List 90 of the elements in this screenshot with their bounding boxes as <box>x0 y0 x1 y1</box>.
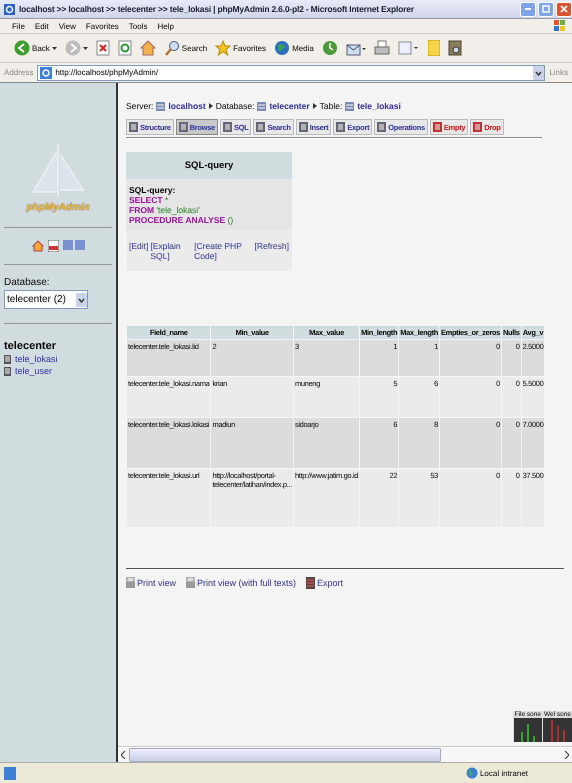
logo-text: phpMyAdmin <box>26 202 90 213</box>
tab-icon <box>222 122 232 132</box>
activity-bars-icon <box>550 720 564 742</box>
windows-flag-icon <box>554 20 566 32</box>
sql-line: FROM 'tele_lokasi' <box>129 205 201 215</box>
tab-icon <box>432 122 442 132</box>
tab-icon <box>129 122 138 132</box>
arrow-icon <box>312 103 317 109</box>
menu-item[interactable]: View <box>58 22 76 30</box>
menu-item[interactable]: Tools <box>128 22 148 30</box>
close-icon <box>560 5 568 13</box>
sql-line: SELECT * <box>129 195 170 205</box>
note-icon[interactable] <box>428 40 440 56</box>
tab-icon <box>336 122 346 132</box>
home-icon[interactable] <box>32 240 44 252</box>
globe-icon <box>274 40 290 56</box>
export-icon <box>306 577 316 589</box>
tab-icon <box>473 122 482 132</box>
favorites-button[interactable]: Favorites <box>215 40 266 56</box>
dropdown-icon <box>76 292 87 306</box>
sql-action-link[interactable]: [Explain SQL] <box>150 241 192 261</box>
menu-item[interactable]: Edit <box>34 22 49 30</box>
arrow-icon <box>208 103 213 109</box>
sql-icon[interactable] <box>48 240 58 252</box>
sql-label: SQL-query: <box>129 185 176 195</box>
maximize-button[interactable] <box>538 2 554 16</box>
table-icon <box>156 102 166 110</box>
close-button[interactable] <box>556 2 572 16</box>
footer-link[interactable]: Export <box>317 578 344 588</box>
zone-label: Local intranet <box>480 768 528 778</box>
database-label: Database: <box>4 277 51 288</box>
footer-link[interactable]: Print view <box>137 578 176 588</box>
table-link[interactable]: tele_lokasi <box>15 354 58 364</box>
stop-icon[interactable] <box>96 40 110 56</box>
address-label: Address <box>4 68 34 77</box>
search-icon <box>164 40 180 56</box>
media-button[interactable]: Media <box>274 40 314 56</box>
tab-icon <box>377 122 386 132</box>
maximize-icon <box>542 5 550 13</box>
page-icon <box>40 66 52 78</box>
sql-line: PROCEDURE ANALYSE () <box>129 215 234 225</box>
document-icon[interactable] <box>398 40 420 56</box>
database-name[interactable]: telecenter <box>4 340 112 352</box>
book-icon[interactable] <box>448 40 462 56</box>
table-icon <box>257 102 266 110</box>
table-icon <box>4 366 11 376</box>
menu-item[interactable]: Help <box>157 22 174 30</box>
history-icon[interactable] <box>322 40 338 56</box>
breadcrumb-label: Database: <box>216 101 254 111</box>
menu-item[interactable]: Favorites <box>86 22 119 30</box>
refresh-icon[interactable] <box>118 40 132 56</box>
tab-icon <box>256 122 266 132</box>
breadcrumb-link[interactable]: telecenter <box>269 101 310 111</box>
breadcrumb-link[interactable]: localhost <box>168 101 206 111</box>
sql-action-link[interactable]: [Refresh] <box>254 241 289 261</box>
star-icon <box>215 40 232 56</box>
breadcrumb-label: Table: <box>320 101 342 111</box>
printer-icon[interactable] <box>374 40 390 56</box>
breadcrumb-link[interactable]: tele_lokasi <box>357 101 401 111</box>
sql-box-title: SQL-query <box>126 152 292 179</box>
back-button[interactable]: Back <box>14 40 57 56</box>
minimize-icon <box>525 8 531 10</box>
scroll-right-icon[interactable] <box>564 750 569 758</box>
horizontal-scrollbar[interactable] <box>118 746 572 762</box>
breadcrumb-label: Server: <box>126 101 154 111</box>
browser-icon <box>4 4 15 14</box>
window-title: localhost >> localhost >> telecenter >> tele_lokasi | phpMyAdmin 2.6.0-pl2 - Microsoft Internet Explorer <box>19 4 415 14</box>
footer-link[interactable]: Print view (with full texts) <box>197 578 296 588</box>
search-button[interactable]: Search <box>164 40 208 56</box>
printer-icon <box>186 577 196 589</box>
printer-icon <box>126 577 135 589</box>
table-icon <box>4 354 11 364</box>
sql-action-link[interactable]: [Create PHP Code] <box>194 241 252 261</box>
forward-button[interactable] <box>64 40 88 56</box>
scroll-left-icon[interactable] <box>121 750 126 758</box>
caret-icon <box>52 46 57 50</box>
sql-action-link[interactable]: [Edit] <box>129 241 148 261</box>
dropdown-icon[interactable] <box>533 66 544 80</box>
database-select[interactable]: telecenter (2) <box>4 290 88 309</box>
caret-icon <box>82 46 88 50</box>
table-link[interactable]: tele_user <box>15 366 52 376</box>
tab-icon <box>178 122 188 132</box>
page-icon <box>4 766 16 780</box>
table-icon <box>345 102 354 110</box>
home-icon[interactable] <box>140 40 156 56</box>
menu-item[interactable]: File <box>12 22 25 30</box>
tab-icon <box>298 122 308 132</box>
globe-icon <box>466 767 478 779</box>
minimize-button[interactable] <box>520 2 536 16</box>
address-field[interactable]: http://localhost/phpMyAdmin/ <box>37 64 546 80</box>
